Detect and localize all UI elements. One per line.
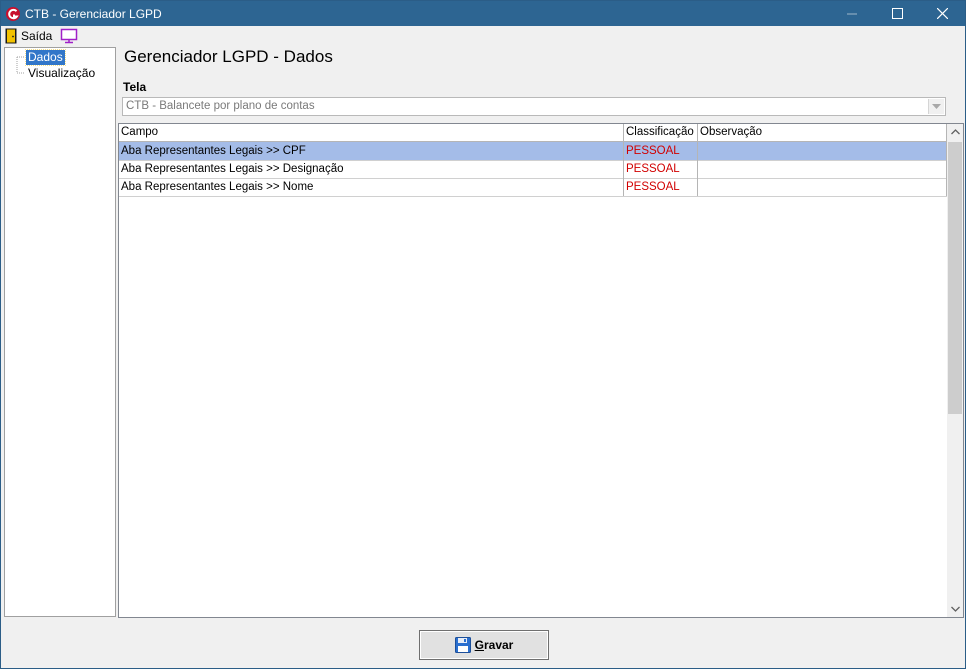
column-header-campo[interactable]: Campo (119, 124, 624, 141)
save-button-label: Gravar (474, 638, 514, 652)
grid-header: Campo Classificação Observação (119, 124, 947, 142)
minimize-icon (847, 13, 857, 14)
scroll-down-button[interactable] (947, 601, 963, 617)
exit-menu-item[interactable]: Saída (5, 27, 52, 45)
cell-classificacao[interactable]: PESSOAL (624, 178, 698, 196)
door-exit-icon (5, 28, 17, 44)
table-row[interactable]: Aba Representantes Legais >> Nome PESSOA… (119, 178, 947, 197)
page-title: Gerenciador LGPD - Dados (124, 47, 333, 66)
cell-campo[interactable]: Aba Representantes Legais >> CPF (119, 142, 624, 160)
tree-item-dados[interactable]: Dados (25, 49, 66, 66)
tree-item-visualizacao[interactable]: Visualização (26, 66, 97, 81)
column-header-observacao[interactable]: Observação (698, 124, 947, 141)
chevron-up-icon (950, 129, 960, 135)
tela-label: Tela (123, 80, 147, 94)
scroll-thumb[interactable] (948, 142, 962, 414)
cell-campo[interactable]: Aba Representantes Legais >> Designação (119, 160, 624, 178)
table-row[interactable]: Aba Representantes Legais >> Designação … (119, 160, 947, 179)
app-logo-icon (6, 7, 20, 21)
close-icon (936, 8, 948, 19)
window-title: CTB - Gerenciador LGPD (25, 7, 162, 21)
close-button[interactable] (919, 1, 965, 26)
title-bar[interactable]: CTB - Gerenciador LGPD (1, 1, 965, 26)
cell-classificacao[interactable]: PESSOAL (624, 160, 698, 178)
tela-select-value: CTB - Balancete por plano de contas (126, 100, 315, 112)
grid-vertical-scrollbar[interactable] (947, 124, 963, 617)
cell-observacao[interactable] (698, 178, 947, 196)
fields-grid: Campo Classificação Observação Aba Repre… (118, 123, 964, 618)
table-row[interactable]: Aba Representantes Legais >> CPF PESSOAL (119, 142, 947, 161)
save-button[interactable]: Gravar (419, 630, 549, 660)
screen-menu-button[interactable] (60, 28, 78, 44)
cell-classificacao[interactable]: PESSOAL (624, 142, 698, 160)
tela-select[interactable]: CTB - Balancete por plano de contas (122, 97, 946, 116)
cell-observacao[interactable] (698, 160, 947, 178)
maximize-icon (891, 8, 903, 19)
monitor-icon (60, 28, 78, 44)
floppy-disk-icon (454, 637, 471, 653)
column-header-classificacao[interactable]: Classificação (624, 124, 698, 141)
exit-menu-label: Saída (21, 29, 53, 43)
chevron-down-icon (950, 606, 960, 612)
chevron-down-icon (932, 104, 941, 109)
menu-bar: Saída (1, 26, 965, 46)
cell-campo[interactable]: Aba Representantes Legais >> Nome (119, 178, 624, 196)
minimize-button[interactable] (829, 1, 875, 26)
maximize-button[interactable] (874, 1, 920, 26)
tela-select-dropdown-button[interactable] (928, 99, 944, 114)
navigation-tree: Dados Visualização (4, 47, 116, 617)
app-window: CTB - Gerenciador LGPD Saída Dados Visua… (0, 0, 966, 669)
scroll-up-button[interactable] (947, 124, 963, 140)
cell-observacao[interactable] (698, 142, 947, 160)
